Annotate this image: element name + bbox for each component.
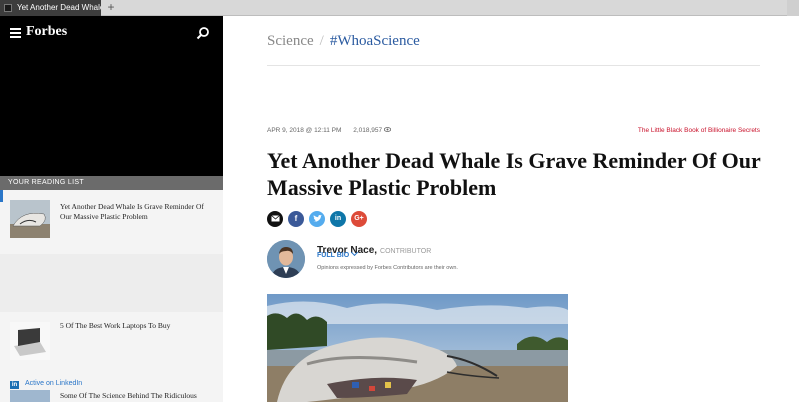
browser-tab-bar: Yet Another Dead Whale + [0,0,799,16]
twitter-share-button[interactable] [309,211,325,227]
author-role: CONTRIBUTOR [380,248,432,255]
new-tab-button[interactable]: + [105,0,117,16]
sidebar-header: Forbes [0,16,223,176]
twitter-icon [312,215,322,222]
reading-list-item-title: Some Of The Science Behind The Ridiculou… [60,391,197,400]
view-count: 2,018,957 [353,127,392,134]
publish-date: APR 9, 2018 @ 12:11 PM [267,127,342,134]
facebook-share-button[interactable]: f [288,211,304,227]
active-indicator [0,190,3,202]
reading-list-item-title: 5 Of The Best Work Laptops To Buy [60,321,171,330]
full-bio-label: FULL BIO [317,252,350,259]
article-thumbnail [10,390,50,402]
whale-thumbnail [10,200,50,238]
eye-icon [383,127,392,132]
promo-link[interactable]: The Little Black Book of Billionaire Sec… [638,127,760,134]
breadcrumb-separator: / [319,33,324,49]
reading-list-item-title: Yet Another Dead Whale Is Grave Reminder… [60,202,204,221]
linkedin-icon: in [10,381,19,389]
linkedin-share-button[interactable]: in [330,211,346,227]
browser-tab[interactable]: Yet Another Dead Whale [0,0,101,16]
googleplus-share-button[interactable]: G+ [351,211,367,227]
article-headline: Yet Another Dead Whale Is Grave Reminder… [267,148,761,200]
reading-list-header: YOUR READING LIST [0,176,223,190]
tab-title: Yet Another Dead Whale [17,3,101,12]
menu-icon[interactable] [10,28,21,38]
hashtag-link[interactable]: #WhoaScience [330,33,420,49]
reading-list-item[interactable]: in Active on LinkedIn Some Of The Scienc… [0,372,223,402]
section-link[interactable]: Science [267,33,314,49]
tab-bar-end [787,0,799,16]
reading-list-item[interactable]: Yet Another Dead Whale Is Grave Reminder… [0,190,223,254]
dead-whale-photo [267,294,568,402]
contributor-disclaimer: Opinions expressed by Forbes Contributor… [317,265,458,271]
laptop-thumbnail [10,322,50,360]
email-share-button[interactable] [267,211,283,227]
reading-list-item[interactable]: 5 Of The Best Work Laptops To Buy [0,312,223,372]
full-bio-toggle[interactable]: FULL BIO [317,248,359,259]
forbes-favicon-icon [4,4,12,12]
search-icon[interactable] [196,26,210,40]
linkedin-active-label: Active on LinkedIn [25,380,83,387]
sidebar: Forbes YOUR READING LIST Yet Another Dea… [0,16,223,402]
breadcrumb: Science / #WhoaScience [267,33,420,50]
author-avatar[interactable] [267,240,305,278]
forbes-logo[interactable]: Forbes [26,24,67,40]
article-meta: APR 9, 2018 @ 12:11 PM 2,018,957 [267,127,392,134]
email-icon [270,215,280,222]
header-divider [267,65,760,66]
